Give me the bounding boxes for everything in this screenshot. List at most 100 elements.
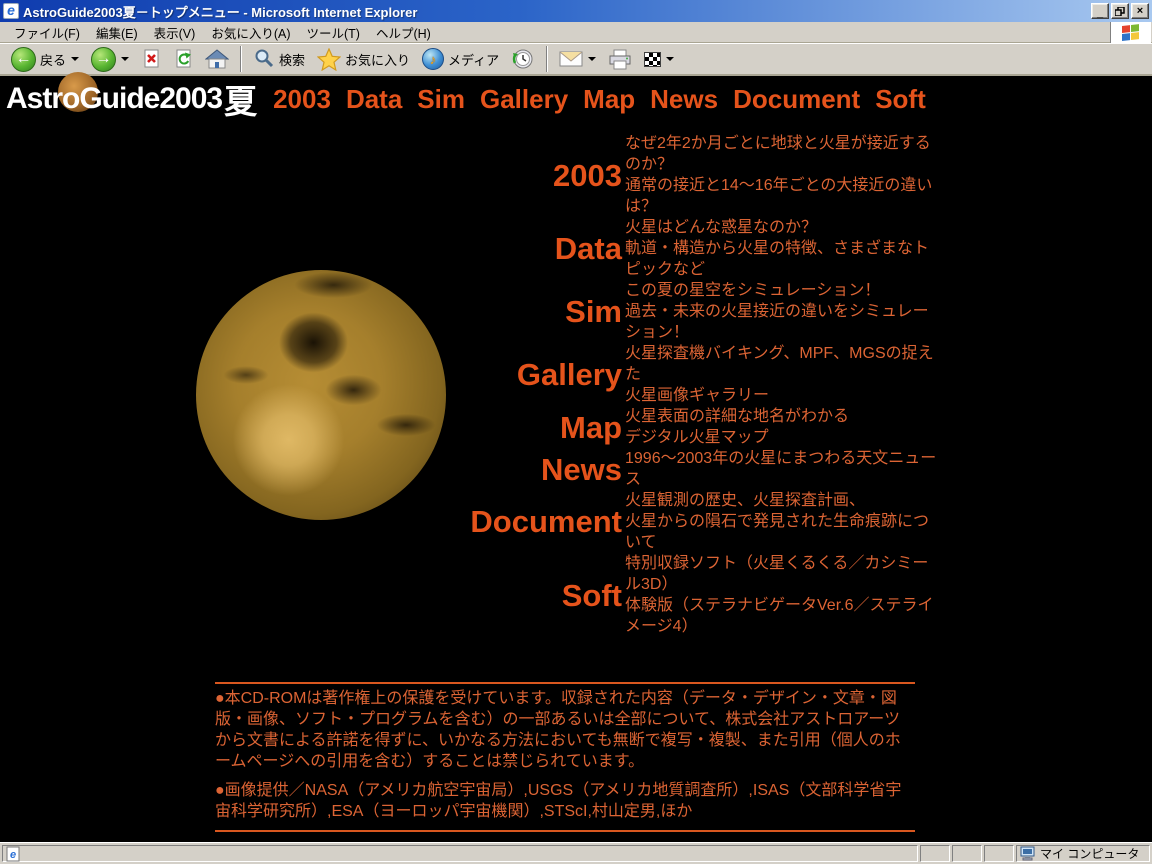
description-line: 1996～2003年の火星にまつわる天文ニュース — [625, 448, 937, 490]
menu-edit[interactable]: 編集(E) — [88, 21, 146, 44]
section-heading-sim[interactable]: Sim — [400, 296, 625, 327]
credits-paragraph: ●画像提供／NASA（アメリカ航空宇宙局）,USGS（アメリカ地質調査所）,IS… — [215, 780, 915, 822]
nav-link-data[interactable]: Data — [346, 84, 402, 115]
section-row: 2003 なぜ2年2か月ごとに地球と火星が接近するのか？ 通常の接近と14～16… — [400, 133, 960, 217]
description-line: 特別収録ソフト（火星くるくる／カシミール3D） — [625, 553, 937, 595]
description-line: この夏の星空をシミュレーション！ — [625, 280, 937, 301]
search-label: 検索 — [279, 50, 305, 69]
section-description: 特別収録ソフト（火星くるくる／カシミール3D） 体験版（ステラナビゲータVer.… — [625, 553, 937, 637]
copyright-footer: ●本CD-ROMは著作権上の保護を受けています。収録された内容（データ・デザイン… — [215, 682, 915, 832]
menu-help[interactable]: ヘルプ(H) — [368, 21, 439, 44]
browser-window: e AstroGuide2003夏－トップメニュー - Microsoft In… — [0, 0, 1152, 864]
standard-toolbar: ← 戻る → — [0, 43, 1152, 76]
section-heading-document[interactable]: Document — [400, 506, 625, 537]
section-row: Soft 特別収録ソフト（火星くるくる／カシミール3D） 体験版（ステラナビゲー… — [400, 553, 960, 637]
nav-link-document[interactable]: Document — [733, 84, 860, 115]
section-description: この夏の星空をシミュレーション！ 過去・未来の火星接近の違いをシミュレーション！ — [625, 280, 937, 343]
toolbar-separator — [240, 46, 242, 72]
search-button[interactable]: 検索 — [248, 46, 310, 72]
menu-view[interactable]: 表示(V) — [146, 21, 204, 44]
description-line: 通常の接近と14～16年ごとの大接近の違いは？ — [625, 175, 937, 217]
back-dropdown-caret — [71, 57, 79, 61]
section-description: 火星探査機バイキング、MPF、MGSの捉えた 火星画像ギャラリー — [625, 343, 937, 406]
section-heading-news[interactable]: News — [400, 454, 625, 485]
title-bar: e AstroGuide2003夏－トップメニュー - Microsoft In… — [0, 0, 1152, 22]
site-logo: AstroGuide2003 夏 — [6, 75, 257, 123]
window-title: AstroGuide2003夏－トップメニュー - Microsoft Inte… — [23, 2, 1091, 21]
description-line: 火星からの隕石で発見された生命痕跡について — [625, 511, 937, 553]
menu-favorites[interactable]: お気に入り(A) — [203, 21, 298, 44]
status-pane — [920, 845, 950, 862]
section-row: Map 火星表面の詳細な地名がわかる デジタル火星マップ — [400, 406, 960, 448]
nav-link-sim[interactable]: Sim — [417, 84, 465, 115]
mail-dropdown-caret — [588, 57, 596, 61]
status-pane — [952, 845, 982, 862]
section-heading-soft[interactable]: Soft — [400, 580, 625, 611]
media-label: メディア — [448, 50, 499, 69]
menu-file[interactable]: ファイル(F) — [6, 21, 88, 44]
nav-link-2003[interactable]: 2003 — [273, 84, 331, 115]
section-description: 火星観測の歴史、火星探査計画、 火星からの隕石で発見された生命痕跡について — [625, 490, 937, 553]
toolbar-separator — [546, 46, 548, 72]
description-line: 火星表面の詳細な地名がわかる — [625, 406, 937, 427]
section-row: Gallery 火星探査機バイキング、MPF、MGSの捉えた 火星画像ギャラリー — [400, 343, 960, 406]
restore-button[interactable] — [1111, 3, 1129, 19]
nav-link-news[interactable]: News — [650, 84, 718, 115]
svg-text:e: e — [10, 849, 16, 861]
section-row: Document 火星観測の歴史、火星探査計画、 火星からの隕石で発見された生命… — [400, 490, 960, 553]
section-description: なぜ2年2か月ごとに地球と火星が接近するのか？ 通常の接近と14～16年ごとの大… — [625, 133, 937, 217]
section-heading-data[interactable]: Data — [400, 233, 625, 264]
printer-icon — [608, 49, 632, 70]
section-description: 火星表面の詳細な地名がわかる デジタル火星マップ — [625, 406, 937, 448]
refresh-icon — [173, 48, 193, 70]
status-pane — [984, 845, 1014, 862]
nav-link-map[interactable]: Map — [583, 84, 635, 115]
minimize-icon: _ — [1097, 9, 1103, 17]
ie-logo-icon: e — [3, 3, 19, 19]
home-button[interactable] — [200, 46, 234, 72]
edit-button[interactable] — [639, 50, 679, 69]
my-computer-icon — [1020, 846, 1036, 861]
description-line: 火星探査機バイキング、MPF、MGSの捉えた — [625, 343, 937, 385]
restore-icon — [1115, 7, 1125, 16]
description-line: デジタル火星マップ — [625, 427, 937, 448]
stop-icon — [141, 48, 161, 70]
nav-link-gallery[interactable]: Gallery — [480, 84, 568, 115]
section-heading-2003[interactable]: 2003 — [400, 160, 625, 191]
menu-sections: 2003 なぜ2年2か月ごとに地球と火星が接近するのか？ 通常の接近と14～16… — [400, 133, 960, 637]
description-line: 火星観測の歴史、火星探査計画、 — [625, 490, 937, 511]
nav-link-soft[interactable]: Soft — [875, 84, 926, 115]
section-heading-gallery[interactable]: Gallery — [400, 359, 625, 390]
favorites-button[interactable]: お気に入り — [312, 46, 415, 73]
minimize-button[interactable]: _ — [1091, 3, 1109, 19]
history-button[interactable] — [506, 45, 540, 73]
logo-summer-kanji: 夏 — [224, 75, 257, 123]
description-line: なぜ2年2か月ごとに地球と火星が接近するのか？ — [625, 133, 937, 175]
menu-bar: ファイル(F) 編集(E) 表示(V) お気に入り(A) ツール(T) ヘルプ(… — [0, 22, 1152, 43]
back-icon: ← — [11, 47, 36, 72]
favorites-star-icon — [317, 48, 341, 71]
status-bar: e マイ コンピュータ — [0, 842, 1152, 864]
description-line: 火星はどんな惑星なのか？ — [625, 217, 937, 238]
close-button[interactable]: × — [1131, 3, 1149, 19]
refresh-button[interactable] — [168, 46, 198, 72]
windows-flag-throbber — [1110, 22, 1151, 43]
forward-icon: → — [91, 47, 116, 72]
forward-button[interactable]: → — [86, 45, 134, 74]
music-note-icon: ♪ — [430, 52, 437, 67]
divider — [215, 682, 915, 684]
back-button[interactable]: ← 戻る — [6, 45, 84, 74]
print-button[interactable] — [603, 47, 637, 72]
site-header: AstroGuide2003 夏 2003 Data Sim Gallery M… — [6, 80, 926, 118]
media-button[interactable]: ♪ メディア — [417, 46, 504, 72]
stop-button[interactable] — [136, 46, 166, 72]
media-globe-icon: ♪ — [422, 48, 444, 70]
menu-tools[interactable]: ツール(T) — [298, 21, 367, 44]
section-description: 1996～2003年の火星にまつわる天文ニュース — [625, 448, 937, 490]
divider — [215, 830, 915, 832]
status-pane-main: e — [2, 845, 918, 862]
mail-button[interactable] — [554, 48, 601, 70]
description-line: 火星画像ギャラリー — [625, 385, 937, 406]
section-heading-map[interactable]: Map — [400, 412, 625, 443]
back-label: 戻る — [40, 50, 66, 69]
